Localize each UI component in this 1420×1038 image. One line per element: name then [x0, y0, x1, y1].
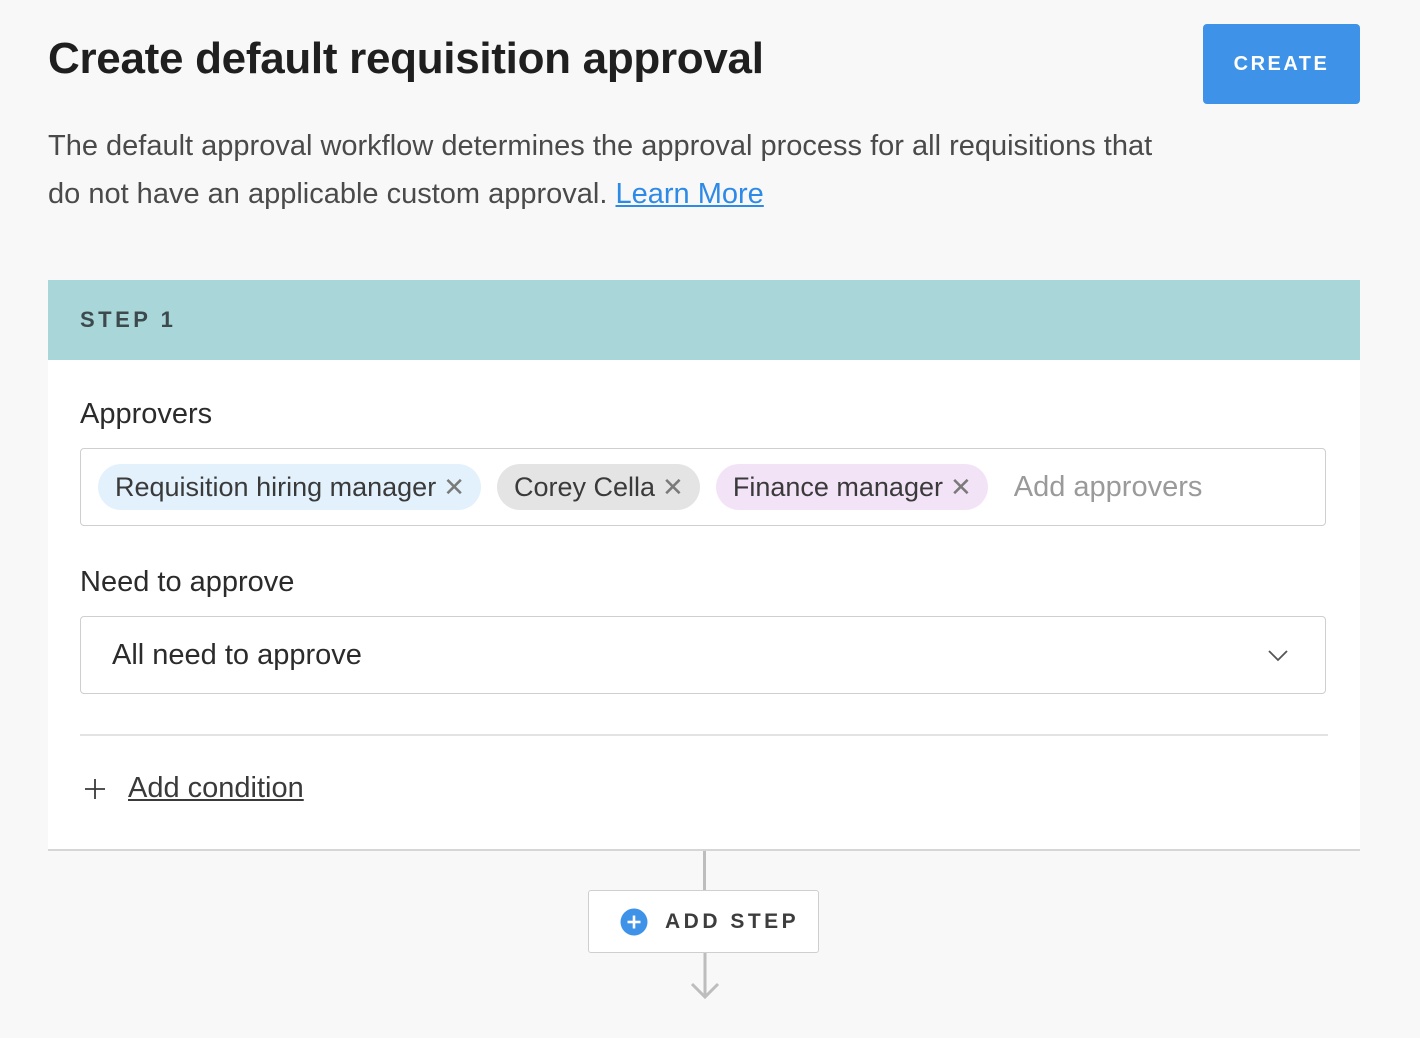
approver-chip-requisition-hiring-manager: Requisition hiring manager ✕	[98, 464, 481, 510]
need-to-approve-value: All need to approve	[112, 639, 362, 672]
approver-chip-label: Finance manager	[733, 472, 943, 503]
add-step-label: ADD STEP	[665, 910, 799, 934]
chevron-down-icon	[1267, 644, 1289, 666]
remove-x-icon[interactable]: ✕	[443, 474, 465, 500]
approver-chip-label: Requisition hiring manager	[115, 472, 436, 503]
approvers-field[interactable]: Requisition hiring manager ✕ Corey Cella…	[80, 448, 1326, 526]
description-text: The default approval workflow determines…	[48, 130, 1152, 210]
down-arrow-icon	[690, 953, 720, 1001]
remove-x-icon[interactable]: ✕	[950, 474, 972, 500]
plus-icon	[84, 778, 106, 800]
page-title: Create default requisition approval	[48, 34, 764, 84]
need-to-approve-label: Need to approve	[80, 566, 294, 599]
approver-chip-corey-cella: Corey Cella ✕	[497, 464, 700, 510]
add-step-button[interactable]: ADD STEP	[588, 890, 819, 953]
add-approvers-input[interactable]	[1012, 470, 1393, 505]
approver-chip-finance-manager: Finance manager ✕	[716, 464, 988, 510]
learn-more-link[interactable]: Learn More	[616, 178, 764, 210]
create-button[interactable]: CREATE	[1203, 24, 1360, 104]
remove-x-icon[interactable]: ✕	[662, 474, 684, 500]
approver-chip-label: Corey Cella	[514, 472, 655, 503]
add-condition-button[interactable]: Add condition	[84, 772, 304, 805]
need-to-approve-select[interactable]: All need to approve	[80, 616, 1326, 694]
step-connector-line	[703, 851, 706, 891]
page-description: The default approval workflow determines…	[48, 122, 1178, 218]
step-header: STEP 1	[48, 280, 1360, 360]
divider	[80, 734, 1328, 736]
step-card: STEP 1 Approvers Requisition hiring mana…	[48, 280, 1360, 851]
add-condition-label: Add condition	[128, 772, 304, 805]
approvers-label: Approvers	[80, 398, 212, 431]
add-circle-icon	[620, 908, 648, 936]
